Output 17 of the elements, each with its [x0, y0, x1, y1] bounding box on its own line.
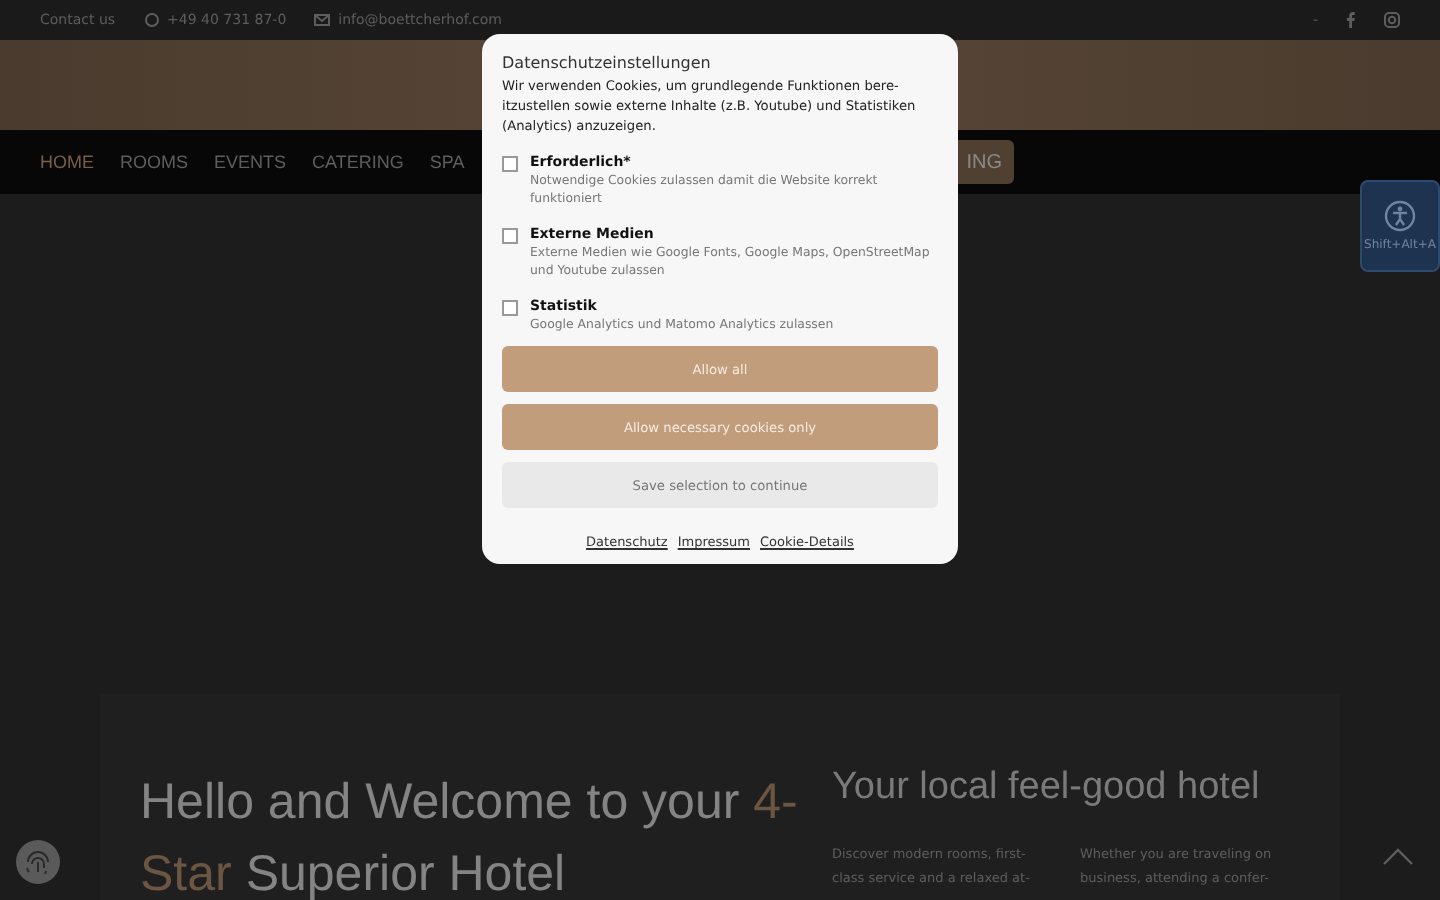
nav-link[interactable]: HOME [40, 152, 94, 172]
scroll-up-icon[interactable] [1380, 844, 1416, 868]
fingerprint-button[interactable] [16, 840, 60, 884]
checkbox[interactable] [502, 156, 518, 172]
nav-link[interactable]: SPA [429, 152, 465, 172]
mail-icon [314, 14, 331, 26]
checkbox[interactable] [502, 300, 518, 316]
accessibility-icon [1384, 200, 1416, 232]
facebook-icon[interactable] [1346, 12, 1356, 28]
hotel-subheading: Your local feel-good hotel [832, 766, 1262, 810]
dialog-title: Datenschutzeinstellungen [502, 54, 713, 72]
nav-link[interactable]: EVENTS [214, 152, 287, 172]
welcome-heading: Hello and Welcome to your 4-Star Superior Hotel [140, 772, 798, 900]
checkbox[interactable] [502, 228, 518, 244]
nav-link[interactable]: ROOMS [120, 152, 189, 172]
instagram-icon[interactable] [1384, 12, 1400, 28]
nav-link[interactable]: CATERING [312, 152, 404, 172]
